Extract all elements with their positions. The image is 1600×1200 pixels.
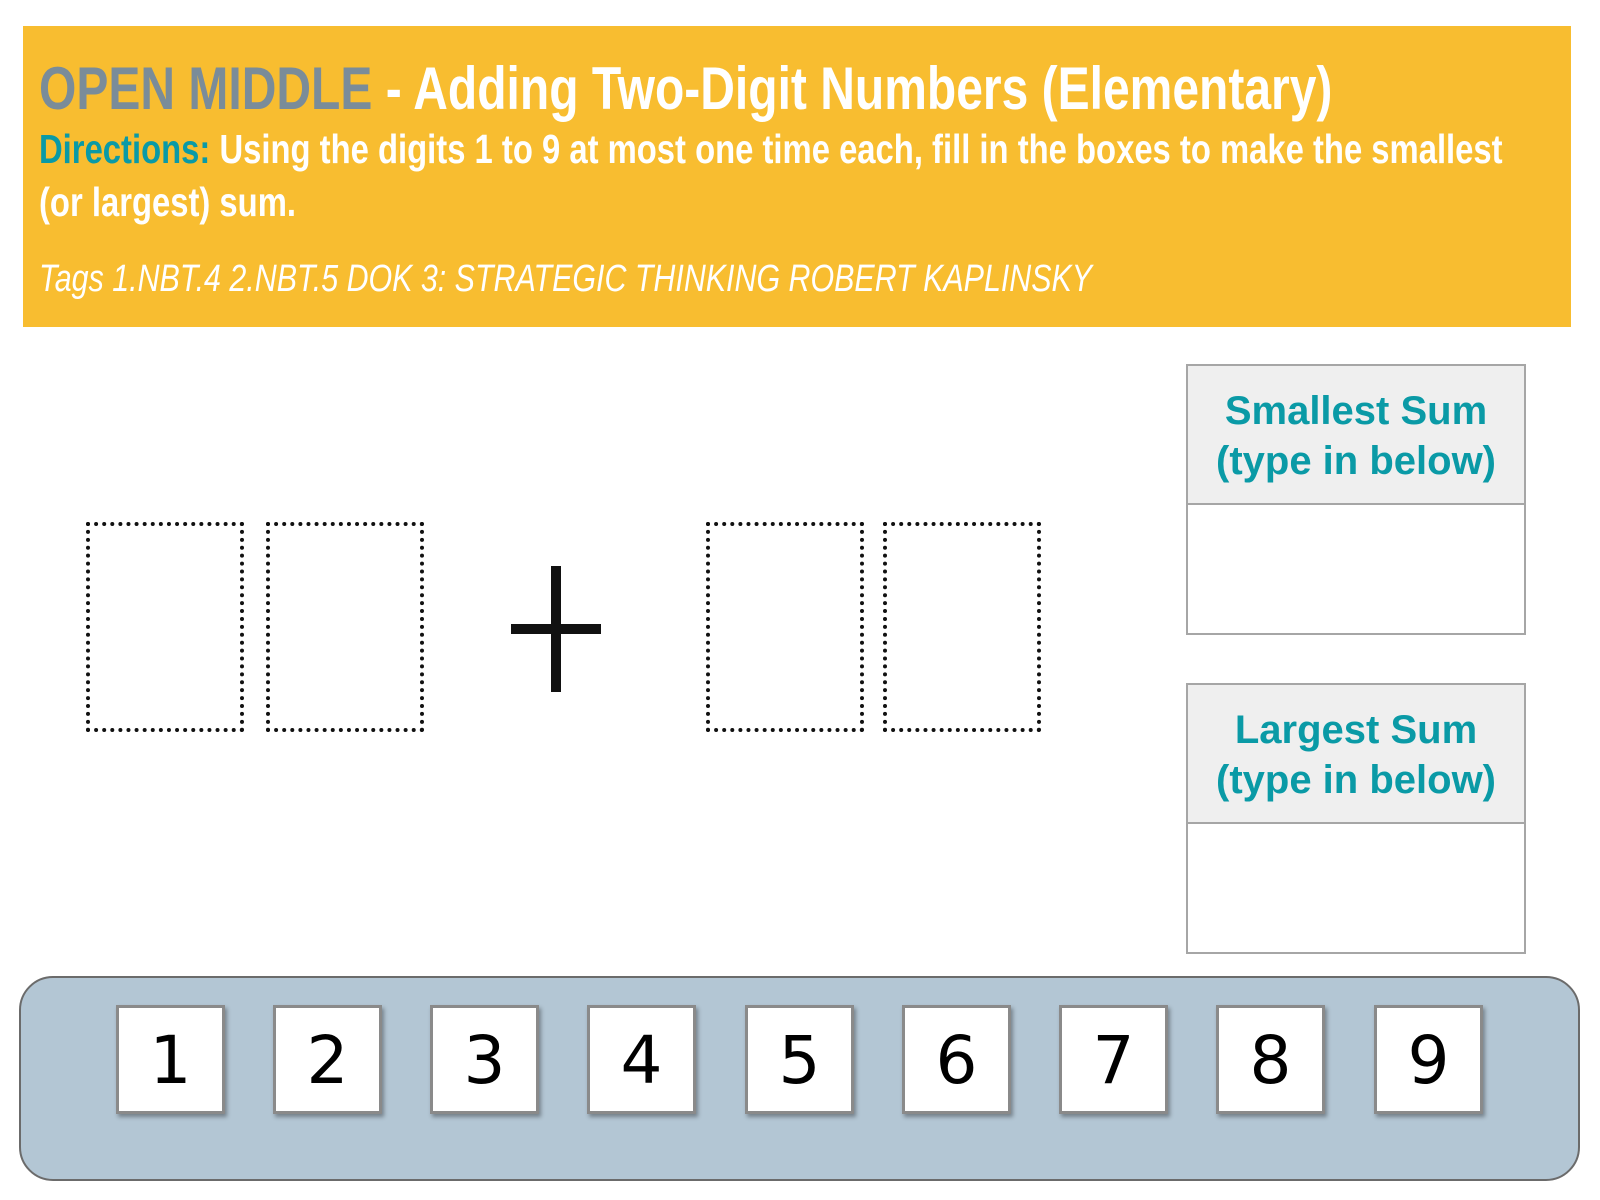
largest-sum-hint: (type in below): [1216, 758, 1496, 802]
directions-label: Directions:: [39, 126, 211, 172]
digit-tile-4[interactable]: 4: [587, 1005, 696, 1114]
digit-drop-box-1[interactable]: [86, 522, 244, 732]
smallest-sum-label: Smallest Sum: [1224, 389, 1488, 433]
directions-text-continued: (or largest) sum.: [39, 179, 296, 225]
digit-tile-6[interactable]: 6: [902, 1005, 1011, 1114]
title-text: - Adding Two-Digit Numbers (Elementary): [372, 55, 1333, 122]
largest-sum-header: Largest Sum (type in below): [1186, 683, 1526, 824]
digit-tile-5[interactable]: 5: [745, 1005, 854, 1114]
largest-sum-input[interactable]: [1186, 824, 1526, 954]
digit-tile-3[interactable]: 3: [430, 1005, 539, 1114]
directions-text: Using the digits 1 to 9 at most one time…: [210, 126, 1503, 172]
digit-tile-8[interactable]: 8: [1216, 1005, 1325, 1114]
largest-sum-label: Largest Sum: [1234, 708, 1478, 752]
page-title: OPEN MIDDLE - Adding Two-Digit Numbers (…: [39, 54, 1332, 123]
digit-tile-9[interactable]: 9: [1374, 1005, 1483, 1114]
digit-drop-box-2[interactable]: [266, 522, 424, 732]
brand-name: OPEN MIDDLE: [39, 55, 373, 122]
digit-tile-2[interactable]: 2: [273, 1005, 382, 1114]
digit-tile-1[interactable]: 1: [116, 1005, 225, 1114]
header-banner: OPEN MIDDLE - Adding Two-Digit Numbers (…: [23, 26, 1571, 327]
digit-drop-box-4[interactable]: [883, 522, 1041, 732]
digit-tile-7[interactable]: 7: [1059, 1005, 1168, 1114]
tags-line: Tags 1.NBT.4 2.NBT.5 DOK 3: STRATEGIC TH…: [39, 258, 1093, 300]
smallest-sum-header: Smallest Sum (type in below): [1186, 364, 1526, 505]
digit-drop-box-3[interactable]: [706, 522, 864, 732]
smallest-sum-hint: (type in below): [1216, 439, 1496, 483]
plus-icon: [511, 566, 601, 692]
directions: Directions: Using the digits 1 to 9 at m…: [39, 126, 1503, 173]
smallest-sum-input[interactable]: [1186, 505, 1526, 635]
